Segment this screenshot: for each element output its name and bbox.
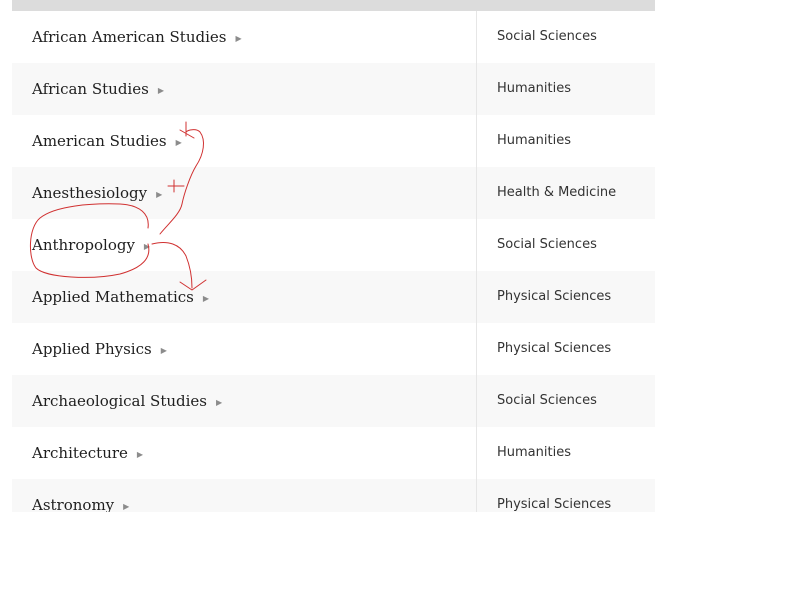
triangle-right-icon: ▶: [143, 242, 151, 251]
triangle-right-icon: ▶: [136, 450, 144, 459]
page: African American Studies ▶ Social Science…: [0, 0, 800, 600]
column-divider: [476, 63, 477, 115]
program-link[interactable]: Archaeological Studies ▶: [32, 375, 222, 427]
program-name: Astronomy: [32, 496, 115, 512]
column-divider: [476, 167, 477, 219]
program-link[interactable]: Applied Mathematics ▶: [32, 271, 209, 323]
program-category: Social Sciences: [497, 237, 597, 252]
program-name: Applied Mathematics: [32, 288, 194, 306]
table-row: Applied Physics ▶ Physical Sciences: [12, 323, 655, 375]
column-divider: [476, 11, 477, 63]
program-name: African Studies: [32, 80, 149, 98]
program-category: Social Sciences: [497, 393, 597, 408]
program-link[interactable]: African Studies ▶: [32, 63, 164, 115]
program-name: Archaeological Studies: [32, 392, 207, 410]
table-row: Applied Mathematics ▶ Physical Sciences: [12, 271, 655, 323]
table-row: Anthropology ▶ Social Sciences: [12, 219, 655, 271]
program-link[interactable]: American Studies ▶: [32, 115, 182, 167]
program-category: Physical Sciences: [497, 289, 612, 304]
table-row: Architecture ▶ Humanities: [12, 427, 655, 479]
program-name: Applied Physics: [32, 340, 152, 358]
column-divider: [476, 375, 477, 427]
triangle-right-icon: ▶: [160, 346, 167, 355]
column-divider: [476, 271, 477, 323]
program-link[interactable]: Anesthesiology ▶: [32, 167, 162, 219]
program-category: Humanities: [497, 81, 571, 96]
program-link[interactable]: Applied Physics ▶: [32, 323, 167, 375]
table-row: African Studies ▶ Humanities: [12, 63, 655, 115]
triangle-right-icon: ▶: [175, 138, 182, 147]
column-divider: [476, 219, 477, 271]
column-divider: [476, 479, 477, 512]
program-category: Physical Sciences: [497, 497, 612, 512]
table-row: Anesthesiology ▶ Health & Medicine: [12, 167, 655, 219]
program-category: Humanities: [497, 133, 571, 148]
program-name: Anthropology: [32, 236, 135, 254]
program-category: Social Sciences: [497, 29, 597, 44]
program-name: Anesthesiology: [32, 184, 148, 202]
triangle-right-icon: ▶: [216, 398, 223, 407]
program-name: American Studies: [32, 132, 167, 150]
program-category: Physical Sciences: [497, 341, 612, 356]
table-row: African American Studies ▶ Social Science…: [12, 11, 655, 63]
column-divider: [476, 115, 477, 167]
program-link[interactable]: Anthropology ▶: [32, 219, 150, 271]
triangle-right-icon: ▶: [235, 34, 242, 43]
table-header-bar: [12, 0, 655, 11]
program-name: Architecture: [32, 444, 128, 462]
table-row: Astronomy ▶ Physical Sciences: [12, 479, 655, 512]
table-row: American Studies ▶ Humanities: [12, 115, 655, 167]
triangle-right-icon: ▶: [156, 190, 163, 199]
table-row: Archaeological Studies ▶ Social Sciences: [12, 375, 655, 427]
column-divider: [476, 427, 477, 479]
triangle-right-icon: ▶: [202, 294, 209, 303]
triangle-right-icon: ▶: [157, 86, 164, 95]
program-link[interactable]: African American Studies ▶: [32, 11, 242, 63]
programs-table: African American Studies ▶ Social Science…: [12, 0, 655, 512]
program-link[interactable]: Astronomy ▶: [32, 479, 129, 512]
program-category: Health & Medicine: [497, 185, 617, 200]
program-link[interactable]: Architecture ▶: [32, 427, 143, 479]
program-category: Humanities: [497, 445, 571, 460]
program-name: African American Studies: [32, 28, 227, 46]
column-divider: [476, 323, 477, 375]
triangle-right-icon: ▶: [123, 502, 130, 511]
